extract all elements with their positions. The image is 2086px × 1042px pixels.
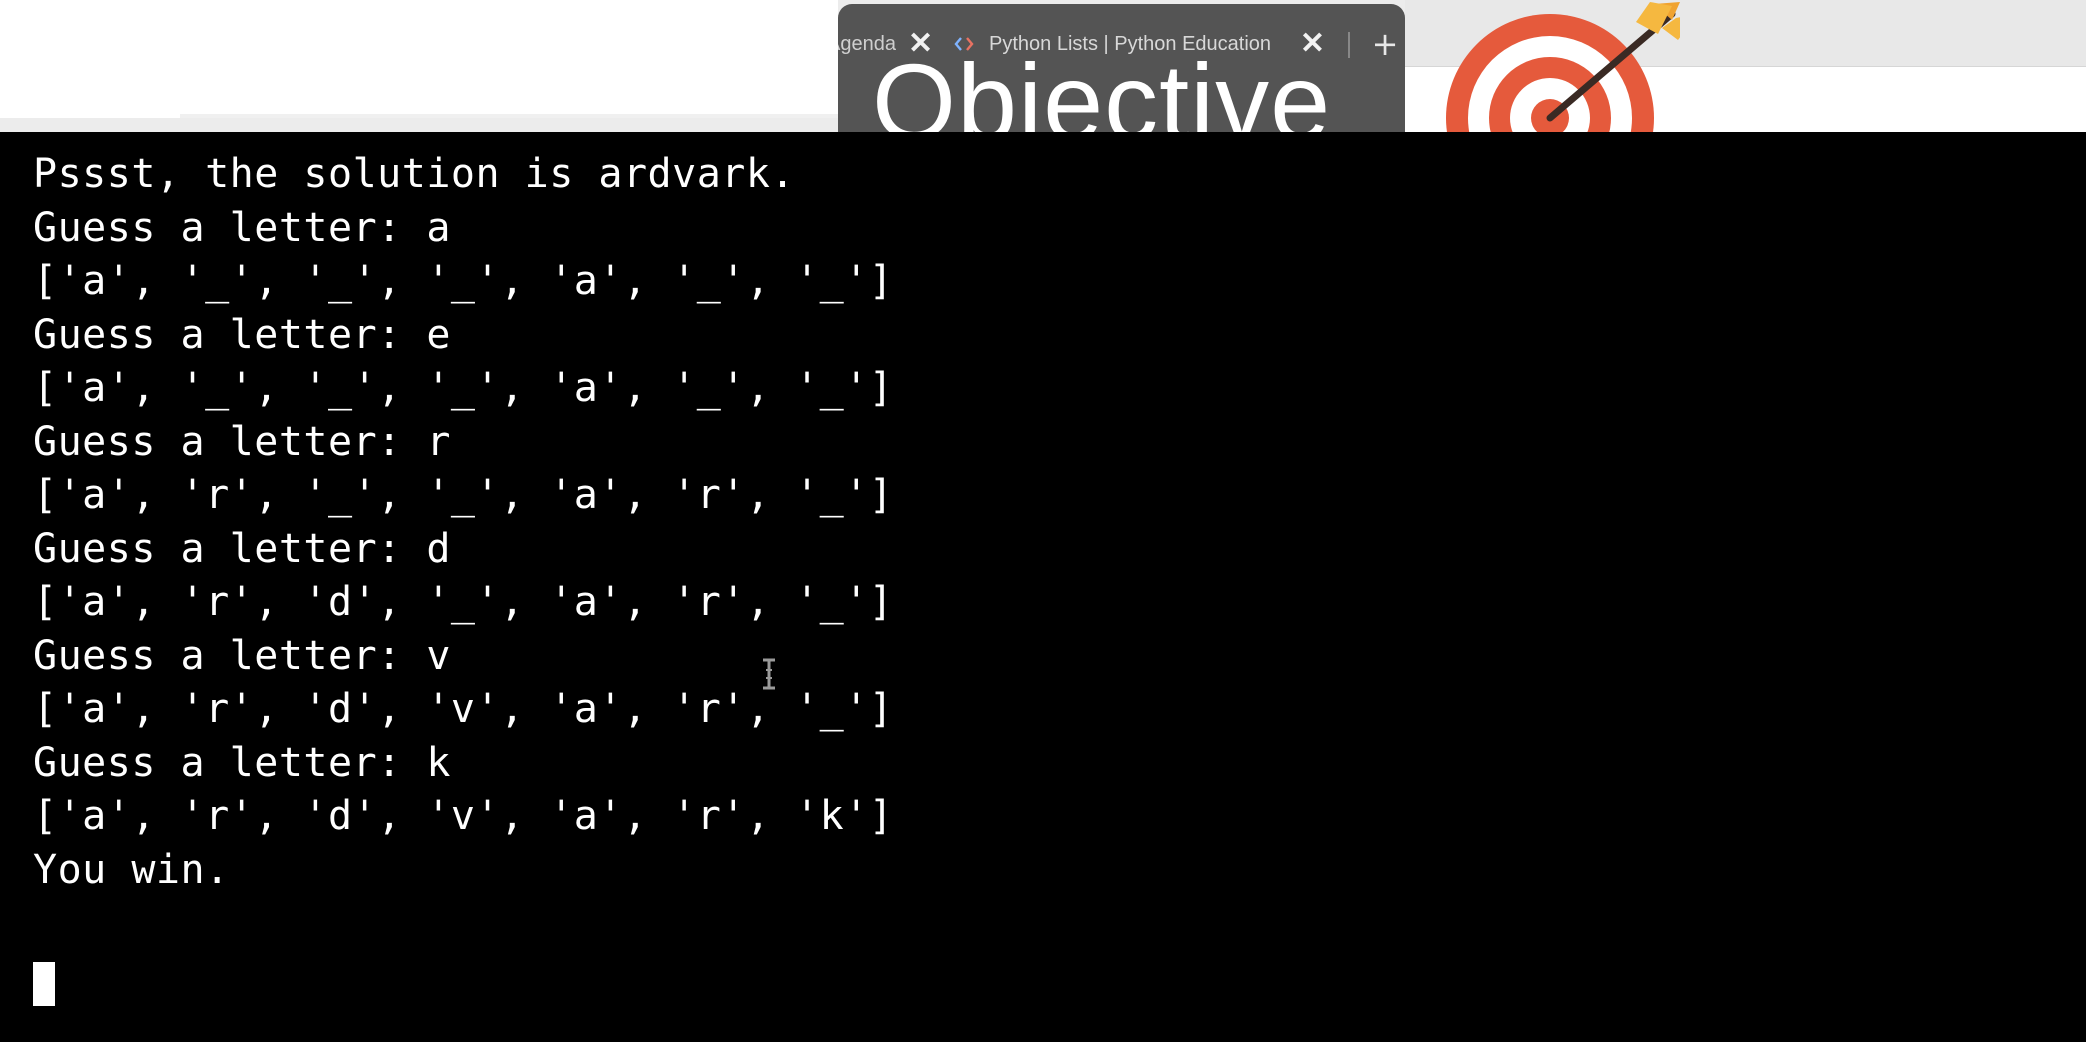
text-cursor-ibeam-icon xyxy=(760,658,778,690)
terminal-line: ['a', 'r', '_', '_', 'a', 'r', '_'] xyxy=(33,472,894,518)
terminal-line: Guess a letter: d xyxy=(33,525,451,572)
terminal-line: ['a', '_', '_', '_', 'a', '_', '_'] xyxy=(33,365,894,411)
tab-divider xyxy=(1348,32,1350,58)
screen: Agenda ✕ Python Lists | Python Education… xyxy=(0,0,2086,1042)
terminal-line: Guess a letter: r xyxy=(33,418,451,465)
terminal-line: ['a', 'r', 'd', '_', 'a', 'r', '_'] xyxy=(33,579,894,625)
terminal-output[interactable]: Pssst, the solution is ardvark. Guess a … xyxy=(0,132,2086,1042)
terminal-line: ['a', 'r', 'd', 'v', 'a', 'r', 'k'] xyxy=(33,793,894,839)
new-tab-button[interactable]: + xyxy=(1365,24,1405,64)
terminal-lines: Pssst, the solution is ardvark. Guess a … xyxy=(33,148,893,897)
terminal-caret xyxy=(33,962,55,1006)
terminal-line: ['a', '_', '_', '_', 'a', '_', '_'] xyxy=(33,258,894,304)
browser-chrome: Agenda ✕ Python Lists | Python Education… xyxy=(0,0,2086,235)
terminal-line: Guess a letter: k xyxy=(33,739,451,786)
terminal-line: Pssst, the solution is ardvark. xyxy=(33,151,796,197)
terminal-line: You win. xyxy=(33,846,230,893)
terminal-line: Guess a letter: e xyxy=(33,311,451,358)
address-area xyxy=(0,0,838,118)
terminal-line: Guess a letter: a xyxy=(33,204,451,251)
terminal-line: ['a', 'r', 'd', 'v', 'a', 'r', '_'] xyxy=(33,686,894,732)
